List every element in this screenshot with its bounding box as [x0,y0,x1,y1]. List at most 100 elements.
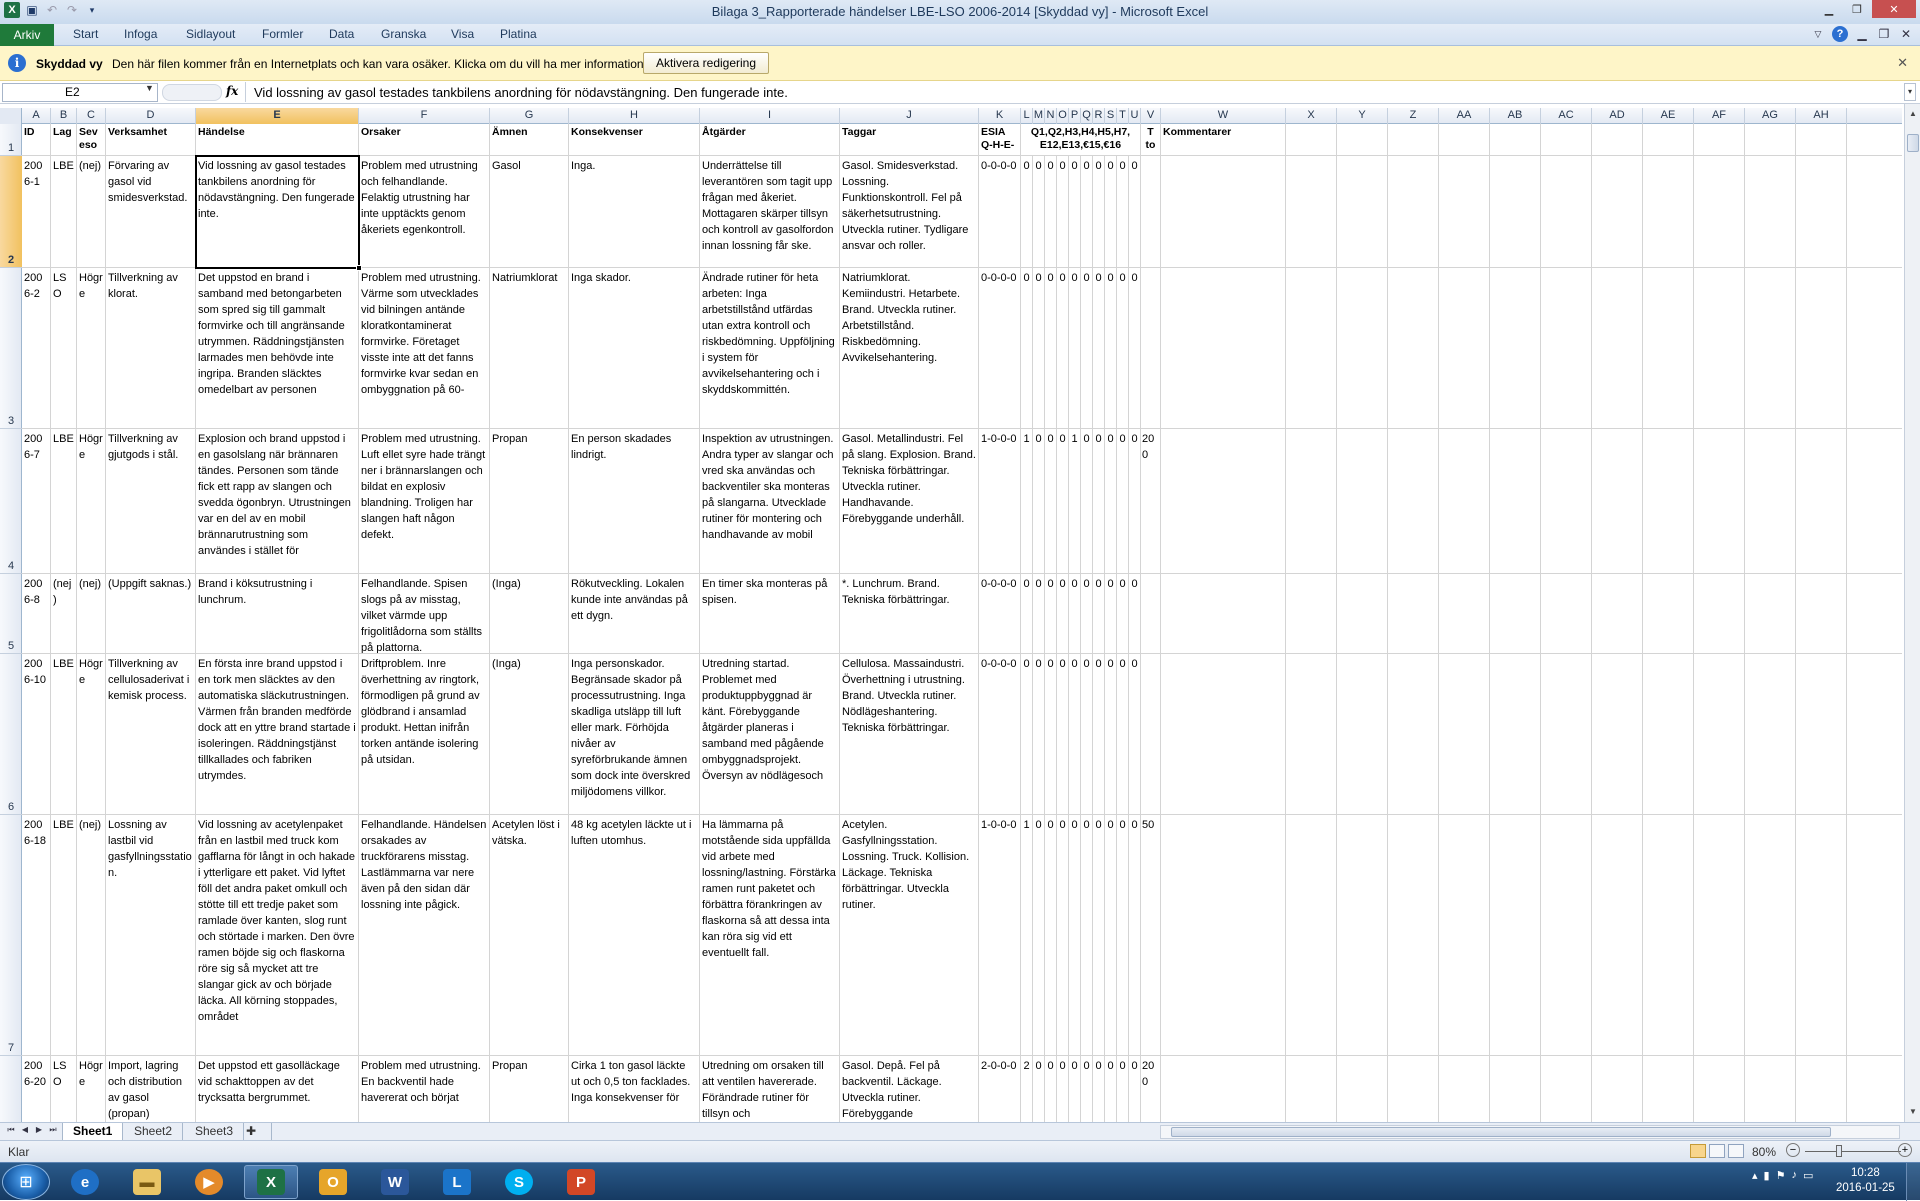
cell-l[interactable]: 0 [1021,574,1033,653]
cell-m[interactable]: 0 [1033,429,1045,573]
cell-k[interactable]: 1-0-0-0 [979,815,1021,1055]
taskbar-excel[interactable]: X [244,1165,298,1199]
empty-cell[interactable] [1643,124,1694,155]
cell-c[interactable]: Högre [77,1056,106,1122]
horizontal-scroll-thumb[interactable] [1171,1127,1831,1137]
cell-k[interactable]: 0-0-0-0 [979,654,1021,814]
column-header-d[interactable]: D [106,108,196,124]
cell-n[interactable]: 0 [1045,429,1057,573]
fill-handle[interactable] [356,265,362,271]
cell-s[interactable]: 0 [1105,156,1117,267]
cell-w[interactable] [1161,654,1286,814]
column-header-af[interactable]: AF [1694,108,1745,124]
cell-o[interactable]: 0 [1057,654,1069,814]
cell-a[interactable]: 2006-2 [22,268,51,428]
cell-m[interactable]: 0 [1033,156,1045,267]
cell-d[interactable]: (Uppgift saknas.) [106,574,196,653]
taskbar-powerpoint[interactable]: P [554,1165,608,1199]
insert-function-icon[interactable]: fx [226,84,238,98]
cell-q[interactable]: 0 [1081,429,1093,573]
next-sheet-icon[interactable]: ▶ [34,1125,44,1134]
cell-l[interactable]: 2 [1021,1056,1033,1122]
header-cell-flags[interactable]: Q1,Q2,H3,H4,H5,H7, E12,E13,€15,€16 [1021,124,1141,155]
first-sheet-icon[interactable]: ⏮ [6,1125,16,1135]
cell-q[interactable]: 0 [1081,156,1093,267]
worksheet-grid[interactable]: A B C D E F G H I J K L M N O P Q R S T U V W X Y Z AA AB AC AD AE AF AG… [0,108,1902,1122]
cell-c[interactable]: (nej) [77,574,106,653]
cell-h[interactable]: Inga personskador. Begränsade skador på … [569,654,700,814]
cell-d[interactable]: Tillverkning av klorat. [106,268,196,428]
cell-u[interactable]: 0 [1129,574,1141,653]
empty-cell[interactable] [1439,429,1490,573]
empty-cell[interactable] [1388,429,1439,573]
cell-d[interactable]: Förvaring av gasol vid smidesverkstad. [106,156,196,267]
column-header-w[interactable]: W [1161,108,1286,124]
row-header[interactable]: 2 [0,156,22,268]
cell-s[interactable]: 0 [1105,574,1117,653]
column-header-ah[interactable]: AH [1796,108,1847,124]
tab-page-layout[interactable]: Sidlayout [186,27,235,41]
column-header-f[interactable]: F [359,108,490,124]
cell-a[interactable]: 2006-8 [22,574,51,653]
cell-v[interactable]: 200 [1141,429,1161,573]
empty-cell[interactable] [1490,429,1541,573]
cell-w[interactable] [1161,574,1286,653]
empty-cell[interactable] [1541,815,1592,1055]
empty-cell[interactable] [1694,268,1745,428]
network-icon[interactable]: ▮ [1764,1169,1770,1182]
column-header-t[interactable]: T [1117,108,1129,124]
cell-f[interactable]: Felhandlande. Spisen slogs på av misstag… [359,574,490,653]
empty-cell[interactable] [1745,574,1796,653]
cell-q[interactable]: 0 [1081,574,1093,653]
column-header-ag[interactable]: AG [1745,108,1796,124]
header-cell-j[interactable]: Taggar [840,124,979,155]
cell-t[interactable]: 0 [1117,268,1129,428]
cell-p[interactable]: 1 [1069,429,1081,573]
volume-icon[interactable]: ♪ [1791,1169,1797,1182]
minimize-button[interactable]: ▁ [1816,0,1842,18]
scroll-up-icon[interactable]: ▲ [1905,106,1920,122]
cell-n[interactable]: 0 [1045,654,1057,814]
column-header-m[interactable]: M [1033,108,1045,124]
doc-close-icon[interactable]: ✕ [1898,26,1914,42]
sheet-tab-2[interactable]: Sheet2 [124,1123,184,1140]
cell-f[interactable]: Problem med utrustning. Värme som utveck… [359,268,490,428]
tab-formulas[interactable]: Formler [262,27,303,41]
empty-cell[interactable] [1388,156,1439,267]
cell-g[interactable]: Propan [490,429,569,573]
cell-r[interactable]: 0 [1093,574,1105,653]
cell-c[interactable]: (nej) [77,815,106,1055]
empty-cell[interactable] [1286,156,1337,267]
column-header-l[interactable]: L [1021,108,1033,124]
header-cell-w[interactable]: Kommentarer [1161,124,1286,155]
empty-cell[interactable] [1643,268,1694,428]
empty-cell[interactable] [1796,1056,1847,1122]
cell-w[interactable] [1161,156,1286,267]
cell-j[interactable]: Gasol. Metallindustri. Fel på slang. Exp… [840,429,979,573]
cell-b[interactable]: LBE [51,815,77,1055]
cell-f[interactable]: Problem med utrustning och felhandlande.… [359,156,490,267]
cell-v[interactable] [1141,654,1161,814]
empty-cell[interactable] [1286,124,1337,155]
cell-i[interactable]: Underrättelse till leverantören som tagi… [700,156,840,267]
cell-e[interactable]: Vid lossning av gasol testades tankbilen… [196,156,359,267]
empty-cell[interactable] [1337,815,1388,1055]
column-header-aa[interactable]: AA [1439,108,1490,124]
empty-cell[interactable] [1541,574,1592,653]
tab-data[interactable]: Data [329,27,354,41]
cell-c[interactable]: Högre [77,654,106,814]
cell-r[interactable]: 0 [1093,654,1105,814]
empty-cell[interactable] [1541,1056,1592,1122]
normal-view-icon[interactable] [1690,1144,1706,1158]
cell-area[interactable]: ID Lag Seveso Verksamhet Händelse Orsaker Ämne… [22,124,1902,1122]
cell-n[interactable]: 0 [1045,815,1057,1055]
cell-k[interactable]: 0-0-0-0 [979,156,1021,267]
empty-cell[interactable] [1439,124,1490,155]
empty-cell[interactable] [1643,429,1694,573]
cell-l[interactable]: 1 [1021,815,1033,1055]
cell-b[interactable]: LBE [51,156,77,267]
cell-e[interactable]: Explosion och brand uppstod i en gasolsl… [196,429,359,573]
tab-start[interactable]: Start [73,27,98,41]
empty-cell[interactable] [1592,429,1643,573]
cell-h[interactable]: Cirka 1 ton gasol läckte ut och 0,5 ton … [569,1056,700,1122]
